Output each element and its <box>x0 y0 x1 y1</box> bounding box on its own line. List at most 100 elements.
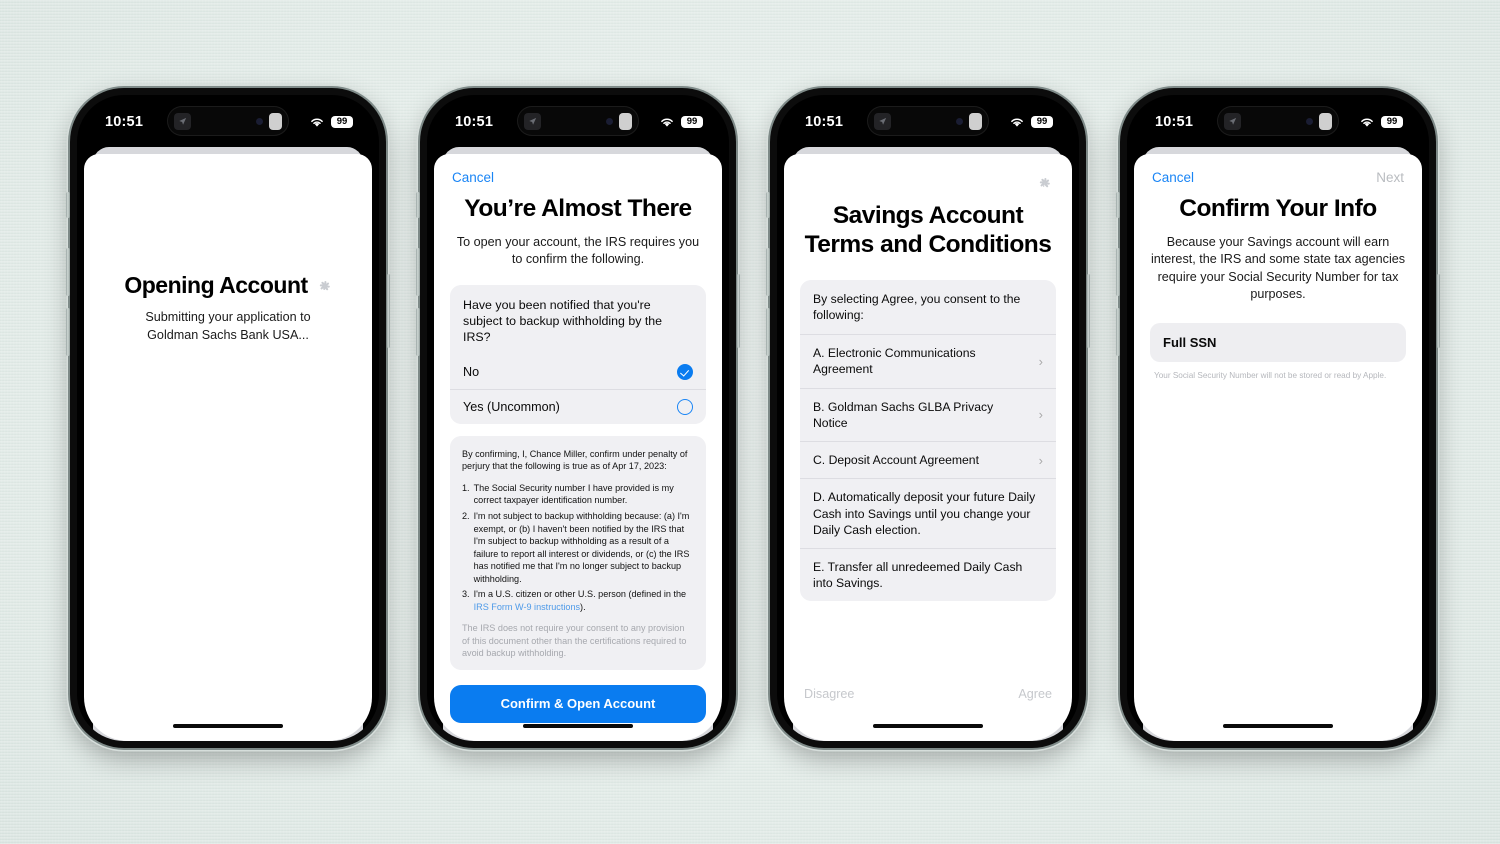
volume-down-button[interactable] <box>66 308 70 356</box>
silent-switch[interactable] <box>416 192 420 218</box>
legal-intro: By confirming, I, Chance Miller, confirm… <box>462 448 688 472</box>
chevron-right-icon: › <box>1038 353 1043 369</box>
legal-item-text: I'm not subject to backup withholding be… <box>473 510 690 584</box>
status-right: 99 <box>1359 112 1403 129</box>
terms-item-label: B. Goldman Sachs GLBA Privacy Notice <box>813 399 994 430</box>
legal-item-number: 3. <box>462 589 470 600</box>
terms-list-card: By selecting Agree, you consent to the f… <box>800 279 1056 602</box>
option-yes[interactable]: Yes (Uncommon) <box>450 388 706 424</box>
legal-item-text: The Social Security number I have provid… <box>473 482 674 506</box>
legal-item: 2. I'm not subject to backup withholding… <box>462 510 694 585</box>
app-icon <box>174 112 191 130</box>
volume-down-button[interactable] <box>416 308 420 356</box>
disagree-button[interactable]: Disagree <box>804 687 854 701</box>
sheet-almost-there: Cancel You’re Almost There To open your … <box>434 154 722 741</box>
phone-opening-account: 10:51 99 Opening Account Submitting your… <box>66 88 390 748</box>
home-indicator[interactable] <box>523 723 633 728</box>
home-indicator[interactable] <box>173 723 283 728</box>
irs-form-w9-link[interactable]: IRS Form W-9 instructions <box>474 602 580 612</box>
legal-text-before: I'm a U.S. citizen or other U.S. person … <box>473 589 687 600</box>
camera-dot-icon <box>256 117 263 125</box>
terms-body: Savings Account Terms and Conditions By … <box>784 154 1072 602</box>
terms-item-label: D. Automatically deposit your future Dai… <box>813 490 1036 537</box>
wifi-icon <box>311 118 323 127</box>
island-right-group <box>1306 112 1332 130</box>
full-ssn-input[interactable]: Full SSN <box>1150 323 1406 363</box>
loading-spinner-icon <box>1035 174 1052 192</box>
page-title-line1: Savings Account <box>832 202 1024 229</box>
navigation-arrow-icon <box>179 117 187 125</box>
terms-item-label: E. Transfer all unredeemed Daily Cash in… <box>813 560 1023 591</box>
cancel-button[interactable]: Cancel <box>1152 170 1194 185</box>
legal-item: 1. The Social Security number I have pro… <box>462 482 694 507</box>
recording-indicator <box>969 112 982 130</box>
status-right: 99 <box>309 112 353 129</box>
volume-up-button[interactable] <box>1116 248 1120 296</box>
loading-spinner-icon <box>317 278 332 293</box>
silent-switch[interactable] <box>766 192 770 218</box>
volume-up-button[interactable] <box>766 248 770 296</box>
silent-switch[interactable] <box>1116 192 1120 218</box>
phone-screen: 10:51 99 <box>427 95 729 741</box>
home-indicator[interactable] <box>1223 723 1333 728</box>
dynamic-island[interactable] <box>517 106 639 136</box>
power-button[interactable] <box>1086 274 1090 348</box>
status-right: 99 <box>659 112 703 129</box>
terms-item-a[interactable]: A. Electronic Communications Agreement › <box>800 334 1056 387</box>
recording-indicator <box>269 112 282 130</box>
app-icon <box>524 112 541 130</box>
radio-checked-icon[interactable] <box>677 363 693 380</box>
camera-dot-icon <box>956 117 963 125</box>
power-button[interactable] <box>1436 274 1440 348</box>
terms-item-label: C. Deposit Account Agreement <box>813 453 979 468</box>
wifi-icon <box>661 118 673 127</box>
terms-item-c[interactable]: C. Deposit Account Agreement › <box>800 441 1056 478</box>
legal-footer: The IRS does not require your consent to… <box>462 623 687 659</box>
opening-account-subtitle: Submitting your application to Goldman S… <box>145 310 311 342</box>
battery-badge: 99 <box>1031 115 1053 129</box>
status-time: 10:51 <box>455 114 494 130</box>
agree-button[interactable]: Agree <box>1018 687 1052 701</box>
phone-screen: 10:51 99 <box>777 95 1079 741</box>
phone-screen: 10:51 99 <box>77 95 379 741</box>
terms-action-bar: Disagree Agree <box>784 687 1072 701</box>
sheet-terms-conditions: Savings Account Terms and Conditions By … <box>784 154 1072 741</box>
dynamic-island[interactable] <box>867 106 989 136</box>
volume-up-button[interactable] <box>416 248 420 296</box>
sheet-opening-account: Opening Account Submitting your applicat… <box>84 154 372 741</box>
terms-item-e: E. Transfer all unredeemed Daily Cash in… <box>800 548 1056 601</box>
sheet-confirm-info: Cancel Next Confirm Your Info Because yo… <box>1134 154 1422 741</box>
page-title: Confirm Your Info <box>1179 195 1377 222</box>
chevron-right-icon: › <box>1038 407 1043 423</box>
legal-text-after: ). <box>580 601 586 612</box>
battery-badge: 99 <box>331 115 353 129</box>
recording-indicator <box>1319 112 1332 130</box>
power-button[interactable] <box>736 274 740 348</box>
status-time: 10:51 <box>805 114 844 130</box>
battery-badge: 99 <box>1381 115 1403 129</box>
option-label: Yes (Uncommon) <box>463 399 560 414</box>
cancel-button[interactable]: Cancel <box>452 170 494 185</box>
status-right: 99 <box>1009 112 1053 129</box>
legal-attestation-card: By confirming, I, Chance Miller, confirm… <box>450 435 706 670</box>
terms-item-label: A. Electronic Communications Agreement <box>813 346 976 377</box>
chevron-right-icon: › <box>1038 452 1043 468</box>
app-icon <box>1224 112 1241 130</box>
option-no[interactable]: No <box>450 355 706 389</box>
volume-up-button[interactable] <box>66 248 70 296</box>
next-button[interactable]: Next <box>1376 170 1404 185</box>
home-indicator[interactable] <box>873 723 983 728</box>
terms-item-b[interactable]: B. Goldman Sachs GLBA Privacy Notice › <box>800 387 1056 441</box>
dynamic-island[interactable] <box>167 106 289 136</box>
volume-down-button[interactable] <box>766 308 770 356</box>
silent-switch[interactable] <box>66 192 70 218</box>
radio-unchecked-icon[interactable] <box>677 398 693 415</box>
volume-down-button[interactable] <box>1116 308 1120 356</box>
power-button[interactable] <box>386 274 390 348</box>
dynamic-island[interactable] <box>1217 106 1339 136</box>
opening-account-title-row: Opening Account <box>102 272 354 299</box>
camera-dot-icon <box>1306 117 1313 125</box>
confirm-open-account-button[interactable]: Confirm & Open Account <box>450 684 706 723</box>
page-subtitle: To open your account, the IRS requires y… <box>456 234 700 267</box>
phone-screen: 10:51 99 <box>1127 95 1429 741</box>
